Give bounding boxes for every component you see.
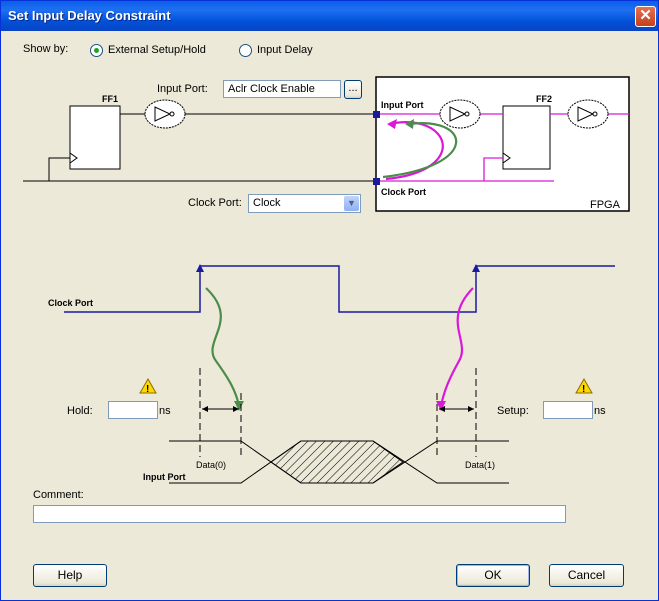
clock-port-label: Clock Port: [188,197,242,209]
comment-input[interactable] [33,505,566,523]
clock-waveform [64,265,615,313]
setup-unit: ns [594,405,606,417]
input-port-wave-label: Input Port [143,472,186,482]
clock-port-pin [373,178,380,185]
clock-port-select[interactable]: Clock ▼ [248,194,361,213]
cancel-button[interactable]: Cancel [549,564,624,587]
hold-label: Hold: [67,405,93,417]
data0-label: Data(0) [196,460,226,470]
ff2-box [502,105,551,170]
data1-label: Data(1) [465,460,495,470]
input-port-pin-label: Input Port [381,100,424,110]
fpga-label: FPGA [590,199,621,211]
ok-button[interactable]: OK [456,564,530,587]
ff2-label: FF2 [536,94,552,104]
input-port-pin [373,111,380,118]
setup-label: Setup: [497,405,529,417]
chevron-down-icon[interactable]: ▼ [344,196,359,211]
clock-port-pin-label: Clock Port [381,187,426,197]
ff1-label: FF1 [102,94,118,104]
help-button[interactable]: Help [33,564,107,587]
delay-cloud-2 [439,99,481,129]
delay-cloud-1 [144,99,186,129]
clock-port-wave-label: Clock Port [48,298,93,308]
clock-port-value: Clock [253,197,281,209]
input-port-browse-button[interactable]: ... [344,80,362,99]
setup-warning-icon: ! [575,377,593,395]
setup-input[interactable] [543,401,593,419]
comment-label: Comment: [33,489,84,501]
svg-text:!: ! [582,384,585,395]
delay-cloud-3 [567,99,609,129]
input-port-field[interactable]: Aclr Clock Enable [223,80,341,98]
input-port-label: Input Port: [157,83,208,95]
svg-text:!: ! [146,384,149,395]
hold-warning-icon: ! [139,377,157,395]
ff1-box [69,105,121,170]
hold-unit: ns [159,405,171,417]
hold-input[interactable] [108,401,158,419]
dialog-window: Set Input Delay Constraint ✕ Show by: Ex… [0,0,659,601]
